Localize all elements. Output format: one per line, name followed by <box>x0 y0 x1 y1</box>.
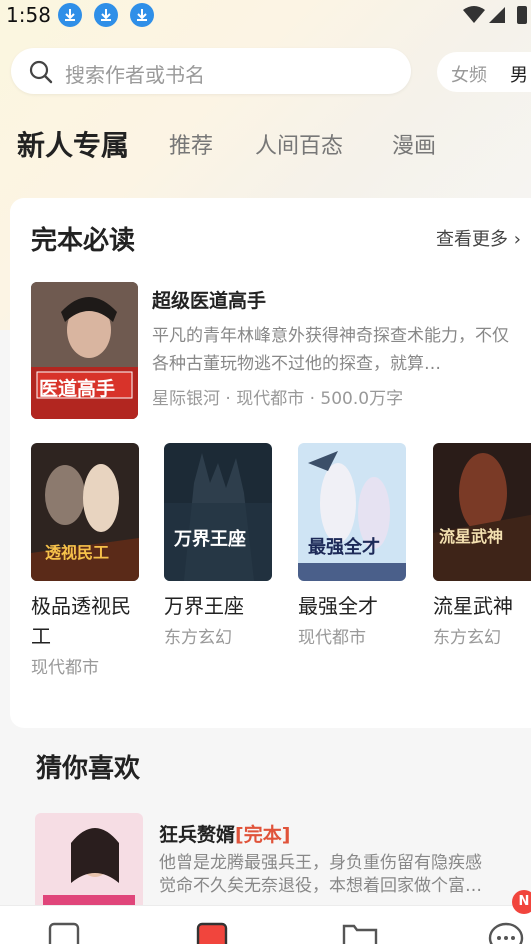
featured-book-description: 平凡的青年林峰意外获得神奇探查术能力，不仅各种古董玩物逃不过他的探查，就算… <box>152 326 509 374</box>
download-icon <box>130 3 154 27</box>
category-folder-icon[interactable] <box>342 920 378 944</box>
gender-switch[interactable]: 女频 男 <box>437 52 531 92</box>
book-item[interactable]: 透视民工 极品透视民工 现代都市 <box>31 443 139 678</box>
book-title[interactable]: 极品透视民工 <box>31 591 131 651</box>
search-input[interactable]: 搜索作者或书名 <box>11 48 411 94</box>
gender-female-option[interactable]: 女频 <box>451 61 487 87</box>
search-placeholder: 搜索作者或书名 <box>65 63 205 87</box>
gender-male-option[interactable]: 男 <box>510 61 528 87</box>
book-item[interactable]: 万界王座 万界王座 东方玄幻 <box>164 443 272 648</box>
book-item[interactable]: 流星武神 流星武神 东方玄幻 <box>433 443 531 648</box>
tab-comics[interactable]: 漫画 <box>392 128 436 160</box>
guess-book-cover[interactable] <box>35 813 143 908</box>
book-cover[interactable]: 透视民工 <box>31 443 139 581</box>
tab-new-user[interactable]: 新人专属 <box>17 124 129 164</box>
download-icon <box>94 3 118 27</box>
signal-wifi-battery-icons <box>463 6 527 24</box>
book-cover[interactable]: 万界王座 <box>164 443 272 581</box>
featured-book-cover[interactable]: 医道高手 <box>31 282 138 419</box>
featured-book-title[interactable]: 超级医道高手 <box>152 286 266 313</box>
bottom-nav <box>0 905 531 944</box>
book-title[interactable]: 最强全才 <box>298 591 406 621</box>
download-icon <box>58 3 82 27</box>
book-title[interactable]: 流星武神 <box>433 591 531 621</box>
search-icon <box>29 60 53 84</box>
bookshelf-icon[interactable] <box>48 920 80 944</box>
featured-book-meta: 星际银河 · 现代都市 · 500.0万字 <box>152 389 404 409</box>
book-genre: 现代都市 <box>31 658 99 678</box>
section-title: 完本必读 <box>31 226 136 256</box>
message-bubble-icon[interactable] <box>488 920 524 944</box>
book-genre: 东方玄幻 <box>164 628 232 648</box>
guess-section-title: 猜你喜欢 <box>36 754 141 784</box>
book-title[interactable]: 万界王座 <box>164 591 272 621</box>
book-cover[interactable]: 最强全才 <box>298 443 406 581</box>
status-time: 1:58 <box>6 3 51 27</box>
guess-book-description: 他曾是龙腾最强兵王，身负重伤留有隐疾感 觉命不久矣无奈退役，本想着回家做个富… <box>159 853 482 896</box>
notification-badge: N <box>512 890 531 914</box>
bookstore-icon[interactable] <box>196 920 228 944</box>
complete-tag: [完本] <box>235 824 291 846</box>
book-item[interactable]: 最强全才 最强全才 现代都市 <box>298 443 406 648</box>
channel-tabs: 新人专属 推荐 人间百态 漫画 <box>0 128 531 168</box>
book-cover[interactable]: 流星武神 <box>433 443 531 581</box>
tab-life[interactable]: 人间百态 <box>255 128 343 160</box>
see-more-link[interactable]: 查看更多 › <box>436 225 521 251</box>
tab-recommend[interactable]: 推荐 <box>169 128 213 160</box>
guess-book-title[interactable]: 狂兵赘婿[完本] <box>159 820 290 847</box>
book-genre: 现代都市 <box>298 628 366 648</box>
status-bar: 1:58 <box>0 0 531 32</box>
book-genre: 东方玄幻 <box>433 628 501 648</box>
